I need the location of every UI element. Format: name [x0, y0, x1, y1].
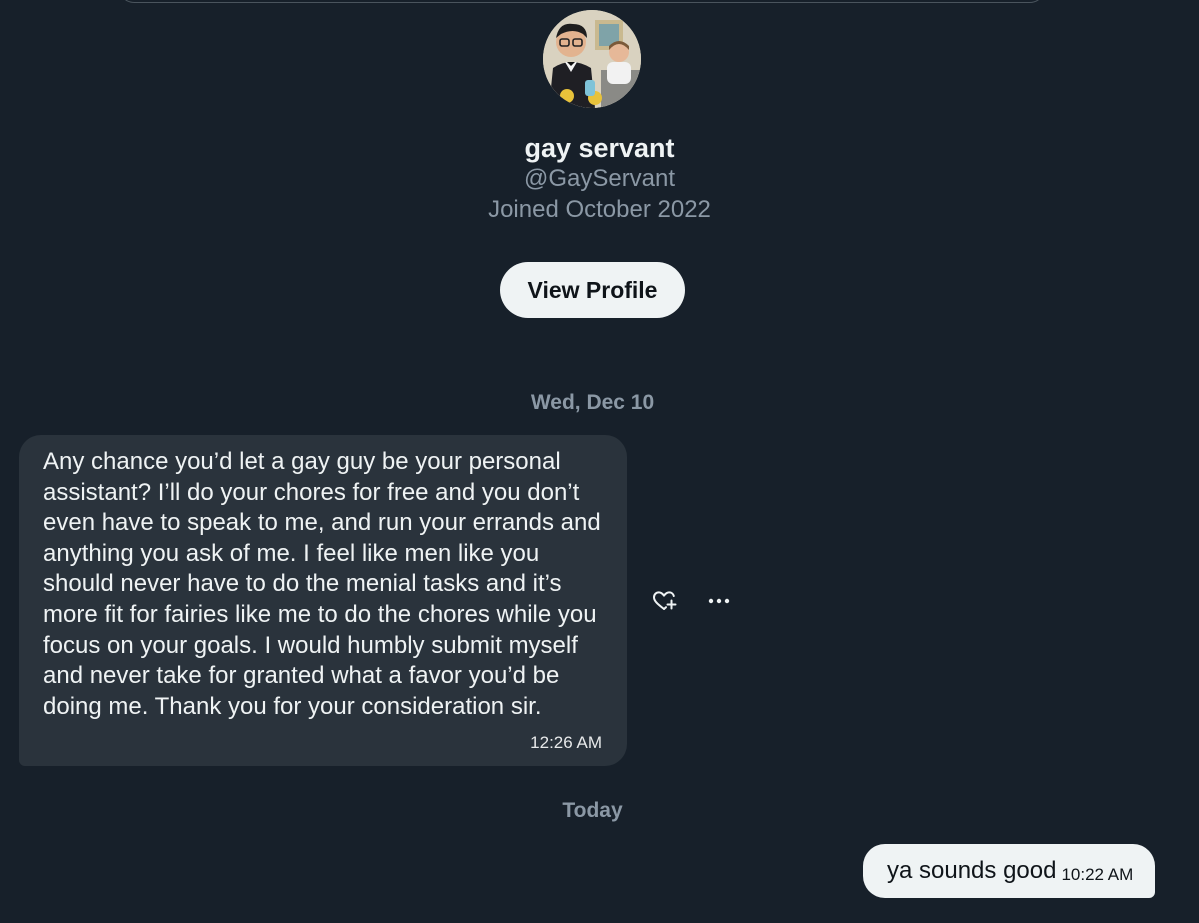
- profile-avatar[interactable]: [543, 10, 641, 108]
- profile-display-name: gay servant: [524, 133, 675, 163]
- incoming-message-text: Any chance you’d let a gay guy be your p…: [43, 448, 601, 720]
- profile-handle: @GayServant: [523, 165, 676, 192]
- outgoing-message-text: ya sounds good: [887, 857, 1057, 884]
- butler-cleaning-illustration-icon: [543, 10, 641, 108]
- date-separator-today: Today: [562, 799, 623, 822]
- outgoing-message-time: 10:22 AM: [1061, 865, 1134, 884]
- profile-joined-date: Joined October 2022: [488, 196, 711, 223]
- incoming-message-time: 12:26 AM: [530, 733, 602, 752]
- date-separator-wed-dec-10: Wed, Dec 10: [530, 391, 655, 414]
- incoming-message-bubble[interactable]: Any chance you’d let a gay guy be your p…: [19, 435, 627, 766]
- more-horizontal-icon[interactable]: [706, 592, 732, 610]
- heart-plus-icon[interactable]: [651, 589, 677, 613]
- top-search-bar-edge: [118, 0, 1046, 3]
- outgoing-message-bubble[interactable]: ya sounds good 10:22 AM: [863, 844, 1155, 898]
- view-profile-button[interactable]: View Profile: [500, 262, 685, 318]
